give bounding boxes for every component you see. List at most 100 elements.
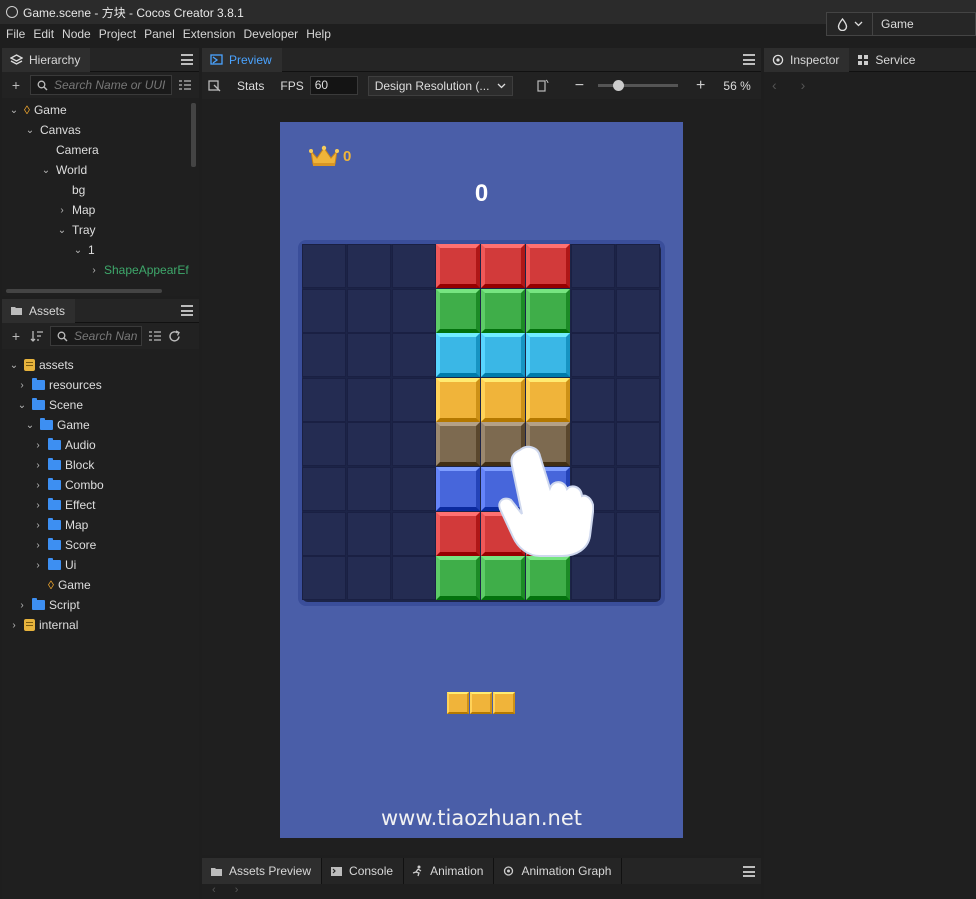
collapsed-caret-icon[interactable]: ›	[32, 520, 44, 531]
collapsed-caret-icon[interactable]: ›	[32, 500, 44, 511]
hierarchy-search-input[interactable]: Search Name or UUI	[30, 75, 172, 95]
zoom-in-icon[interactable]: +	[696, 77, 705, 95]
collapsed-caret-icon[interactable]: ›	[32, 440, 44, 451]
collapsed-caret-icon[interactable]: ›	[8, 620, 20, 631]
zoom-slider[interactable]	[598, 80, 679, 91]
hierarchy-node[interactable]: bg	[56, 180, 85, 200]
asset-tree-item[interactable]: ⌄ assets	[8, 355, 74, 375]
expanded-caret-icon[interactable]: ⌄	[8, 105, 20, 116]
collapsed-caret-icon[interactable]: ›	[32, 480, 44, 491]
menu-node[interactable]: Node	[62, 27, 91, 41]
add-asset-icon[interactable]: +	[8, 328, 24, 344]
collapsed-caret-icon[interactable]: ›	[32, 540, 44, 551]
tab-hierarchy[interactable]: Hierarchy	[2, 47, 91, 72]
hierarchy-menu-icon[interactable]	[181, 54, 193, 65]
tray-piece[interactable]	[447, 692, 515, 714]
asset-tree-item[interactable]: ⌄ Scene	[16, 395, 83, 415]
stats-toggle[interactable]: Stats	[237, 79, 264, 93]
collapsed-caret-icon[interactable]: ›	[16, 380, 28, 391]
menu-panel[interactable]: Panel	[144, 27, 175, 41]
hierarchy-scrollbar[interactable]	[191, 103, 196, 167]
collapsed-caret-icon[interactable]: ›	[88, 265, 100, 276]
hierarchy-hscrollbar[interactable]	[6, 289, 162, 293]
menu-help[interactable]: Help	[306, 27, 331, 41]
menu-edit[interactable]: Edit	[33, 27, 54, 41]
collapsed-caret-icon[interactable]: ›	[56, 205, 68, 216]
collapsed-caret-icon[interactable]: ›	[32, 560, 44, 571]
hierarchy-node[interactable]: ⌄ 1	[72, 240, 95, 260]
asset-tree-item[interactable]: ⌄ Game	[24, 415, 90, 435]
back-arrow-icon[interactable]: ‹	[212, 884, 216, 896]
assets-menu-icon[interactable]	[181, 305, 193, 316]
forward-arrow-icon[interactable]: ›	[235, 884, 239, 896]
expanded-caret-icon[interactable]: ⌄	[16, 400, 28, 411]
board-cell-empty	[346, 333, 391, 378]
asset-tree-item[interactable]: › Script	[16, 595, 80, 615]
tab-animation[interactable]: Animation	[404, 858, 495, 884]
tab-animation-graph[interactable]: Animation Graph	[494, 858, 623, 884]
hierarchy-node[interactable]: ⌄ Tray	[56, 220, 96, 240]
asset-tree-item[interactable]: › Block	[32, 455, 94, 475]
tab-console[interactable]: Console	[322, 858, 405, 884]
tab-service[interactable]: Service	[849, 48, 925, 72]
asset-tree-item[interactable]: › Ui	[32, 555, 76, 575]
menu-file[interactable]: File	[6, 27, 25, 41]
forward-arrow-icon[interactable]: ›	[801, 77, 806, 93]
fps-input[interactable]: 60	[309, 76, 358, 95]
board-cell-empty	[391, 288, 436, 333]
sort-icon[interactable]	[30, 330, 44, 342]
tab-assets-preview[interactable]: Assets Preview	[202, 858, 323, 884]
board-cell-empty	[615, 511, 660, 556]
assets-search-input[interactable]: Search Nan	[50, 326, 142, 346]
expanded-caret-icon[interactable]: ⌄	[24, 420, 36, 431]
add-node-icon[interactable]: +	[8, 77, 24, 93]
tab-preview[interactable]: Preview	[202, 47, 282, 72]
back-arrow-icon[interactable]: ‹	[772, 77, 777, 93]
hierarchy-node[interactable]: ⌄ ◊ Game	[8, 100, 67, 120]
hierarchy-node[interactable]: ⌄ Canvas	[24, 120, 81, 140]
menu-developer[interactable]: Developer	[243, 27, 298, 41]
hierarchy-node[interactable]: Camera	[40, 140, 99, 160]
board-cell-empty	[391, 422, 436, 467]
screenshot-icon[interactable]	[208, 79, 221, 92]
collapsed-caret-icon[interactable]: ›	[16, 600, 28, 611]
refresh-icon[interactable]	[168, 329, 181, 343]
board-cell-empty	[346, 244, 391, 288]
hierarchy-node[interactable]: ⌄ World	[40, 160, 87, 180]
expanded-caret-icon[interactable]: ⌄	[24, 125, 36, 136]
folder-icon	[32, 378, 45, 390]
collapse-all-icon[interactable]	[148, 330, 162, 342]
scene-selector[interactable]: Game	[826, 12, 976, 36]
expanded-caret-icon[interactable]: ⌄	[40, 165, 52, 176]
zoom-out-icon[interactable]: −	[575, 77, 584, 95]
asset-tree-item[interactable]: › internal	[8, 615, 78, 635]
asset-tree-item[interactable]: › Combo	[32, 475, 104, 495]
asset-tree-item[interactable]: › Map	[32, 515, 88, 535]
bottom-panel-menu-icon[interactable]	[743, 866, 755, 877]
asset-tree-item[interactable]: ◊ Game	[32, 575, 91, 595]
menu-extension[interactable]: Extension	[183, 27, 236, 41]
asset-tree-item[interactable]: › Audio	[32, 435, 96, 455]
asset-tree-item[interactable]: › Score	[32, 535, 96, 555]
expanded-caret-icon[interactable]: ⌄	[56, 225, 68, 236]
tab-inspector[interactable]: Inspector	[764, 47, 850, 72]
tab-assets[interactable]: Assets	[2, 298, 76, 323]
asset-tree-item[interactable]: › Effect	[32, 495, 95, 515]
preview-menu-icon[interactable]	[743, 54, 755, 65]
expanded-caret-icon[interactable]: ⌄	[8, 360, 20, 371]
rotate-device-icon[interactable]	[535, 79, 549, 92]
scene-type-dropdown[interactable]	[827, 13, 873, 35]
hierarchy-node[interactable]: › ShapeAppearEf	[88, 260, 188, 280]
resolution-select[interactable]: Design Resolution (...	[367, 75, 513, 96]
collapse-all-icon[interactable]	[178, 79, 192, 91]
hierarchy-node[interactable]: › Map	[56, 200, 95, 220]
tab-console-label: Console	[349, 864, 394, 878]
zoom-slider-thumb[interactable]	[613, 80, 625, 91]
collapsed-caret-icon[interactable]: ›	[32, 460, 44, 471]
expanded-caret-icon[interactable]: ⌄	[72, 245, 84, 256]
game-canvas[interactable]: 0 0 www.tiaozhuan.net	[280, 122, 683, 838]
menu-project[interactable]: Project	[99, 27, 136, 41]
folder-icon	[32, 598, 45, 610]
board-cell-empty	[302, 467, 346, 511]
asset-tree-item[interactable]: › resources	[16, 375, 102, 395]
